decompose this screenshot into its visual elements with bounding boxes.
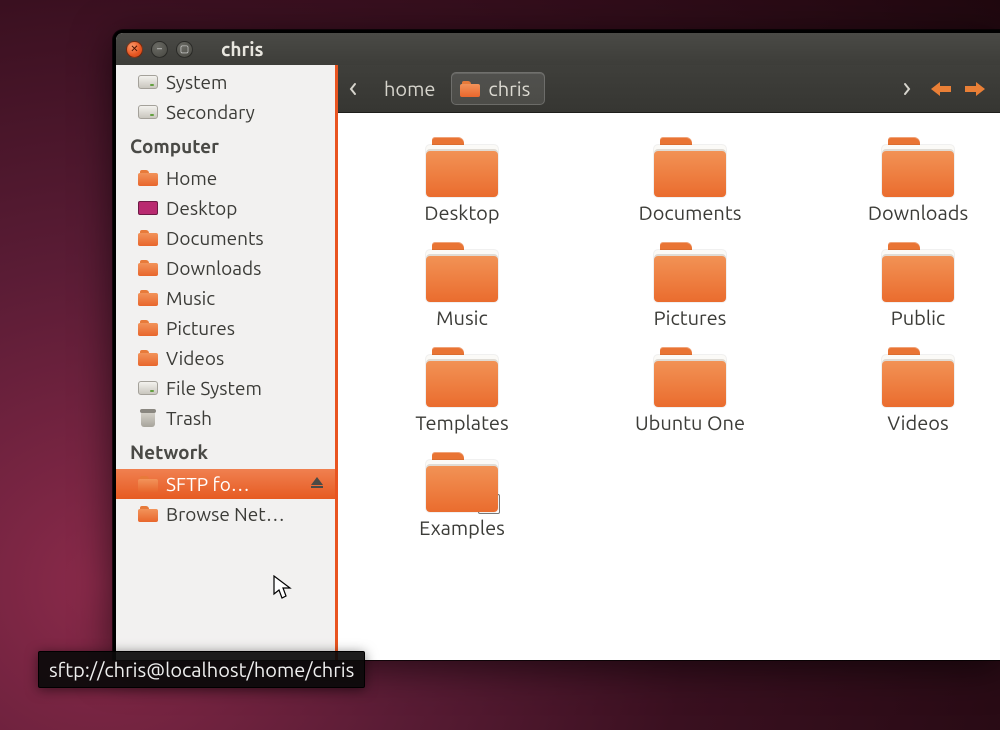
sidebar-item-label: Pictures: [166, 317, 235, 339]
folder-icon: [138, 289, 158, 307]
forward-button[interactable]: [960, 70, 990, 108]
folder-item[interactable]: Music: [372, 242, 552, 329]
folder-label: Desktop: [424, 201, 499, 224]
folder-label: Documents: [639, 201, 742, 224]
folder-item[interactable]: Ubuntu One: [600, 347, 780, 434]
folder-item[interactable]: Downloads: [828, 137, 1000, 224]
file-grid[interactable]: Desktop Documents Downloads Music Pictur…: [338, 113, 1000, 660]
folder-icon: [882, 242, 954, 302]
folder-item[interactable]: Documents: [600, 137, 780, 224]
sidebar-item-label: Trash: [166, 407, 212, 429]
eject-icon[interactable]: [309, 473, 325, 495]
remote-folder-icon: [138, 505, 158, 523]
sidebar-item-desktop[interactable]: Desktop: [116, 193, 335, 223]
sidebar-item-label: Browse Net…: [166, 503, 285, 525]
sidebar-heading-computer: Computer: [116, 127, 335, 163]
folder-icon: [882, 347, 954, 407]
sidebar-item-label: File System: [166, 377, 262, 399]
titlebar: ✕ – ▢ chris: [116, 33, 1000, 65]
folder-item[interactable]: Pictures: [600, 242, 780, 329]
home-folder-icon: [138, 169, 158, 187]
folder-icon: [654, 347, 726, 407]
maximize-button[interactable]: ▢: [176, 41, 193, 58]
sidebar-item-music[interactable]: Music: [116, 283, 335, 313]
path-previous-button[interactable]: [338, 70, 368, 108]
sidebar-item-system[interactable]: System: [116, 67, 335, 97]
sidebar-item-filesystem[interactable]: File System: [116, 373, 335, 403]
sidebar-item-documents[interactable]: Documents: [116, 223, 335, 253]
breadcrumb-label: chris: [488, 77, 530, 100]
folder-icon: [654, 137, 726, 197]
folder-icon: [426, 347, 498, 407]
folder-label: Pictures: [654, 306, 727, 329]
folder-label: Music: [436, 306, 488, 329]
folder-label: Public: [891, 306, 945, 329]
sidebar-item-secondary[interactable]: Secondary: [116, 97, 335, 127]
sidebar-item-label: SFTP fo…: [166, 473, 250, 495]
tooltip-text: sftp://chris@localhost/home/chris: [49, 658, 354, 681]
sidebar-item-label: System: [166, 71, 227, 93]
folder-icon: [654, 242, 726, 302]
folder-icon: [882, 137, 954, 197]
folder-icon: [426, 242, 498, 302]
folder-item[interactable]: Templates: [372, 347, 552, 434]
folder-label: Ubuntu One: [635, 411, 745, 434]
breadcrumb-segment-active[interactable]: chris: [451, 72, 545, 105]
sidebar-item-label: Music: [166, 287, 215, 309]
remote-folder-icon: [138, 475, 158, 493]
desktop-icon: [138, 199, 158, 217]
sidebar-item-trash[interactable]: Trash: [116, 403, 335, 433]
folder-label: Downloads: [868, 201, 968, 224]
main-pane: home chris S: [338, 65, 1000, 660]
sidebar-item-browse-network[interactable]: Browse Net…: [116, 499, 335, 529]
folder-item[interactable]: Public: [828, 242, 1000, 329]
folder-icon: [138, 259, 158, 277]
sidebar-item-label: Secondary: [166, 101, 255, 123]
search-button[interactable]: [994, 70, 1000, 108]
tooltip: sftp://chris@localhost/home/chris: [38, 651, 365, 688]
window-title: chris: [221, 38, 264, 60]
drive-icon: [138, 73, 158, 91]
sidebar-item-label: Home: [166, 167, 217, 189]
sidebar-item-pictures[interactable]: Pictures: [116, 313, 335, 343]
folder-label: Videos: [887, 411, 948, 434]
folder-link-icon: [426, 452, 498, 512]
breadcrumb-segment[interactable]: home: [372, 71, 447, 106]
sidebar-item-home[interactable]: Home: [116, 163, 335, 193]
folder-icon: [138, 349, 158, 367]
folder-icon: [138, 319, 158, 337]
folder-icon: [138, 229, 158, 247]
trash-icon: [138, 409, 158, 427]
sidebar-item-label: Videos: [166, 347, 224, 369]
symlink-badge-icon: [478, 494, 500, 514]
drive-icon: [138, 379, 158, 397]
breadcrumb-label: home: [384, 77, 435, 100]
folder-item[interactable]: Desktop: [372, 137, 552, 224]
remote-folder-icon: [460, 80, 480, 98]
sidebar-item-label: Desktop: [166, 197, 237, 219]
folder-item-link[interactable]: Examples: [372, 452, 552, 539]
sidebar-heading-network: Network: [116, 433, 335, 469]
toolbar: home chris S: [338, 65, 1000, 113]
back-button[interactable]: [926, 70, 956, 108]
sidebar-item-label: Documents: [166, 227, 264, 249]
sidebar-item-sftp[interactable]: SFTP fo…: [116, 469, 335, 499]
sidebar-item-downloads[interactable]: Downloads: [116, 253, 335, 283]
file-manager-window: ✕ – ▢ chris System Secondary Computer Ho…: [113, 30, 1000, 660]
sidebar-item-videos[interactable]: Videos: [116, 343, 335, 373]
folder-label: Templates: [415, 411, 508, 434]
folder-label: Examples: [419, 516, 505, 539]
close-button[interactable]: ✕: [126, 41, 143, 58]
sidebar-item-label: Downloads: [166, 257, 261, 279]
drive-icon: [138, 103, 158, 121]
minimize-button[interactable]: –: [151, 41, 168, 58]
folder-item[interactable]: Videos: [828, 347, 1000, 434]
folder-icon: [426, 137, 498, 197]
sidebar: System Secondary Computer Home Desktop D…: [116, 65, 338, 660]
path-next-button[interactable]: [892, 70, 922, 108]
